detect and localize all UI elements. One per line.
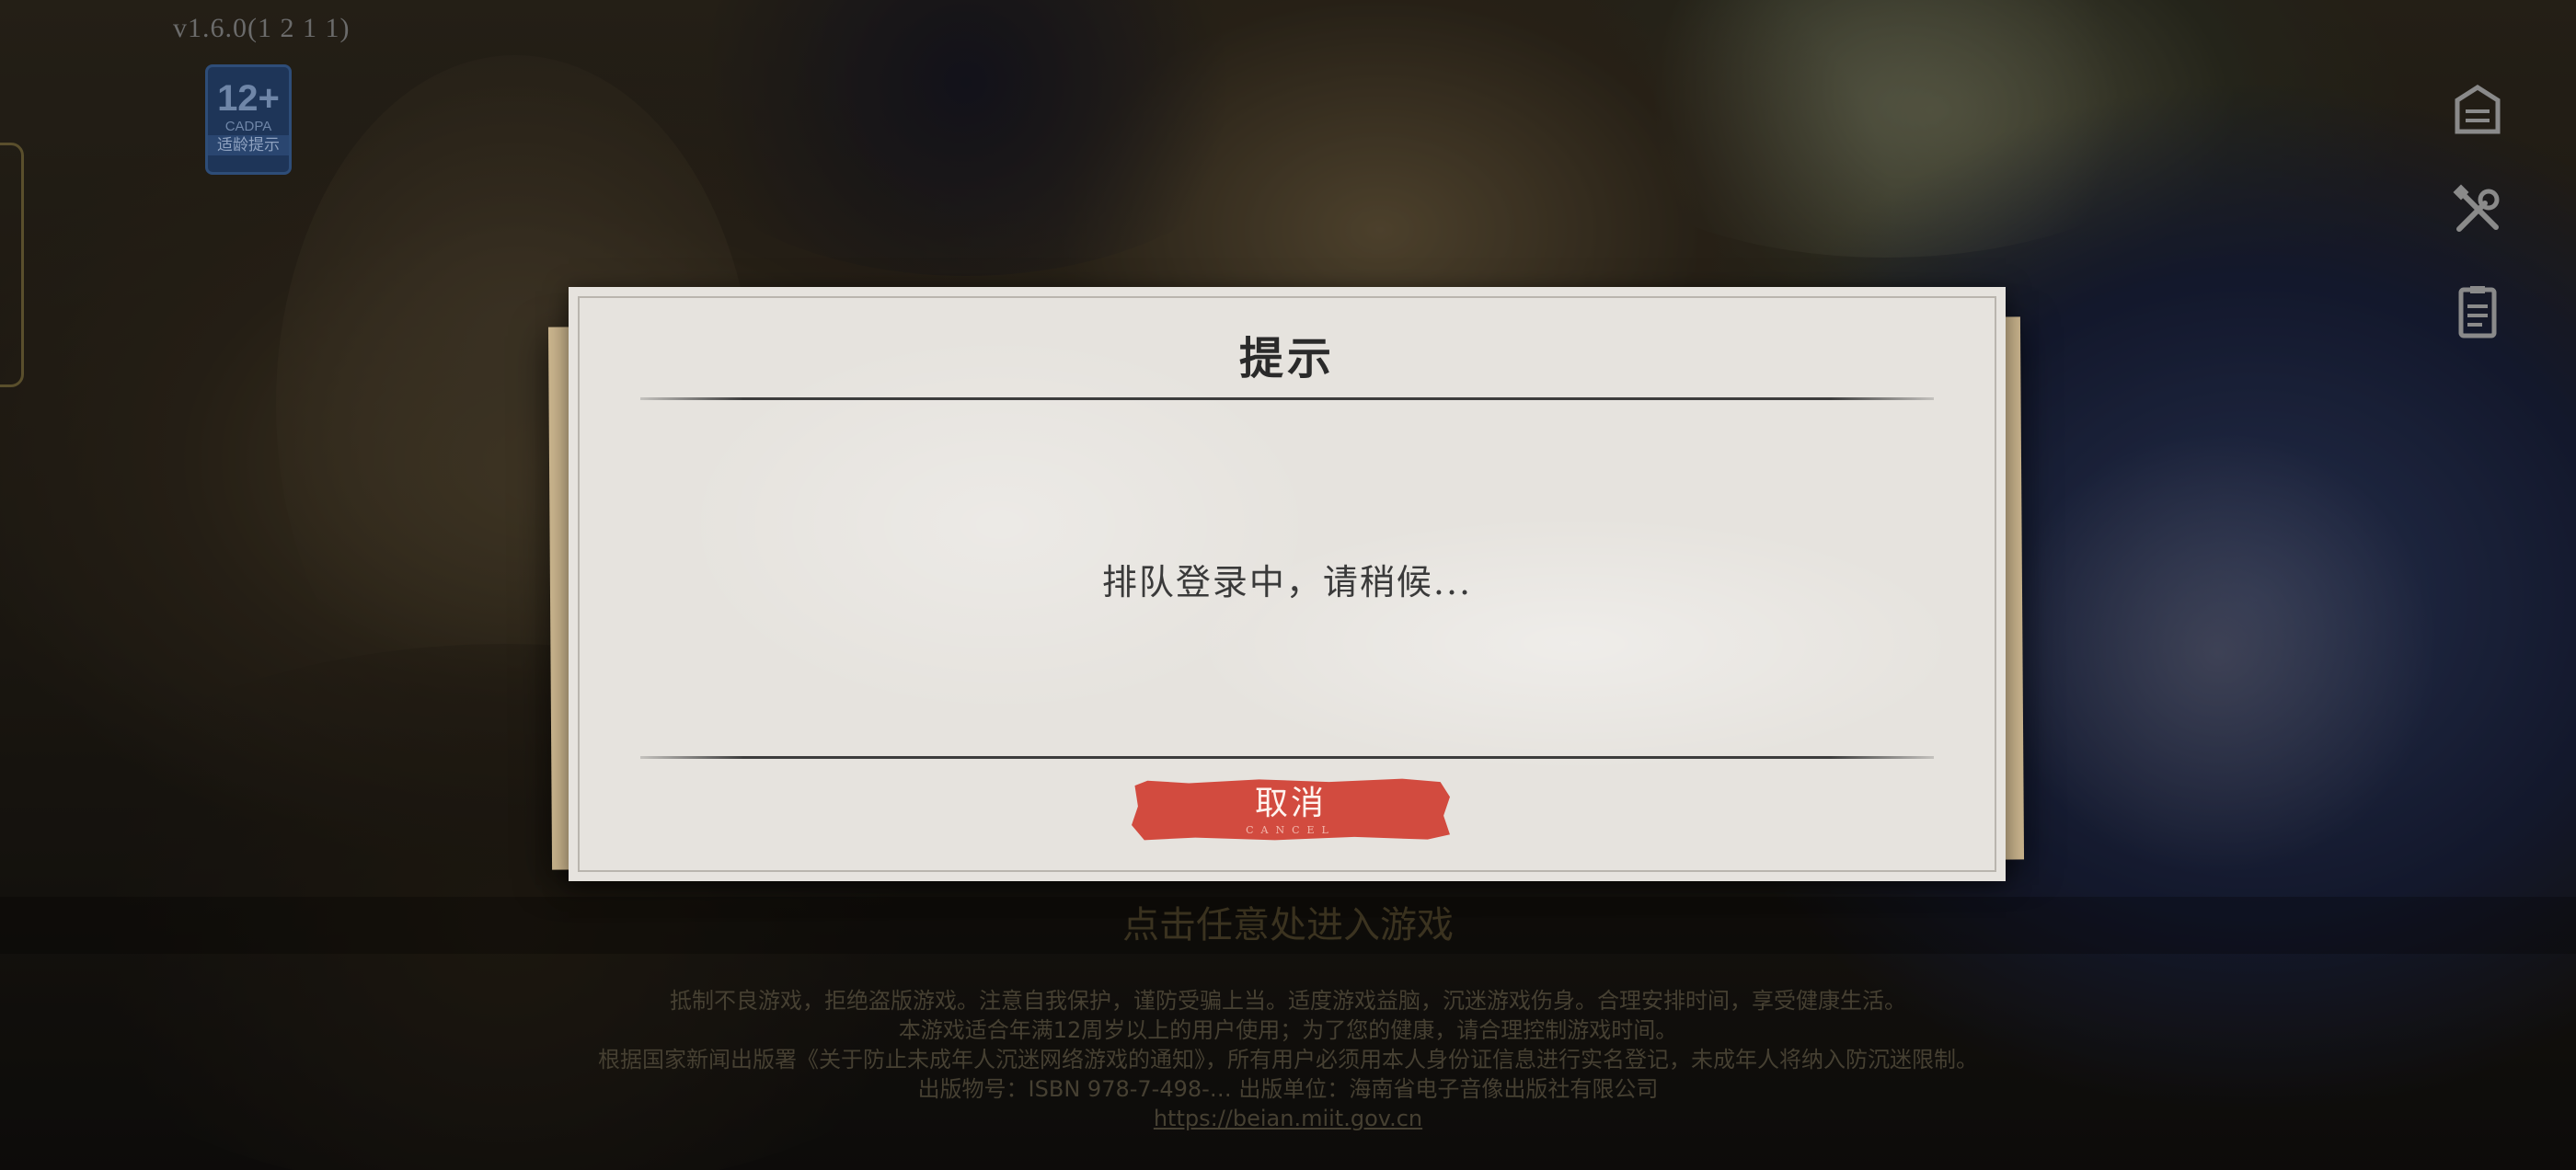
screen-edge-bracket bbox=[0, 143, 24, 387]
cancel-button-sublabel: CANCEL bbox=[1246, 824, 1336, 836]
clipboard-icon bbox=[2458, 286, 2497, 338]
tap-to-enter-prompt[interactable]: 点击任意处进入游戏 bbox=[0, 897, 2576, 954]
notice-button[interactable] bbox=[2444, 278, 2512, 346]
footer-line: 本游戏适合年满12周岁以上的用户使用；为了您的健康，请合理控制游戏时间。 bbox=[898, 1017, 1678, 1043]
cancel-button-label: 取消 bbox=[1254, 785, 1327, 822]
footer-line: 出版物号：ISBN 978-7-498-… 出版单位：海南省电子音像出版社有限公… bbox=[917, 1076, 1659, 1102]
footer-line: 抵制不良游戏，拒绝盗版游戏。注意自我保护，谨防受骗上当。适度游戏益脑，沉迷游戏伤… bbox=[670, 988, 1906, 1014]
age-rating-org: CADPA bbox=[224, 119, 272, 134]
repair-button[interactable] bbox=[2444, 177, 2512, 245]
footer-line: 根据国家新闻出版署《关于防止未成年人沉迷网络游戏的通知》，所有用户必须用本人身份… bbox=[598, 1047, 1978, 1072]
age-rating-tip: 适龄提示 bbox=[208, 135, 289, 155]
age-rating-badge[interactable]: 12+ CADPA 适龄提示 bbox=[205, 64, 292, 175]
title-divider bbox=[640, 397, 1934, 400]
announcement-button[interactable] bbox=[2444, 75, 2512, 143]
repair-tools-icon bbox=[2453, 184, 2500, 232]
age-rating-value: 12+ bbox=[217, 78, 280, 119]
queue-dialog: 提示 排队登录中，请稍候... 取消 CANCEL bbox=[569, 287, 2006, 881]
announcement-icon bbox=[2455, 85, 2501, 134]
cancel-button[interactable]: 取消 CANCEL bbox=[1132, 778, 1450, 841]
version-label: v1.6.0(1 2 1 1) bbox=[173, 13, 351, 43]
dialog-title: 提示 bbox=[1238, 333, 1335, 384]
dialog-message: 排队登录中，请稍候... bbox=[1101, 562, 1473, 602]
legal-footer: 抵制不良游戏，拒绝盗版游戏。注意自我保护，谨防受骗上当。适度游戏益脑，沉迷游戏伤… bbox=[0, 986, 2576, 1133]
footer-link[interactable]: https://beian.miit.gov.cn bbox=[0, 1104, 2576, 1133]
footer-divider bbox=[640, 756, 1934, 759]
